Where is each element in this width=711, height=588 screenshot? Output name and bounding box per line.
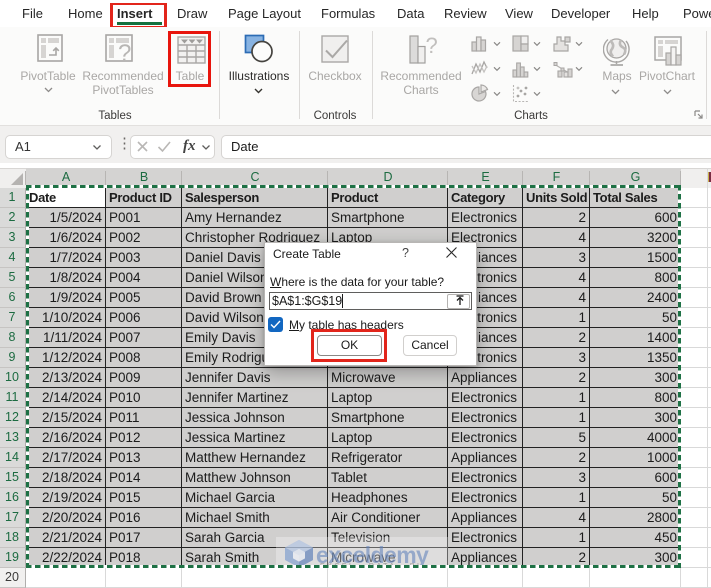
svg-text:?: ? xyxy=(118,40,131,63)
svg-text:?: ? xyxy=(426,34,438,58)
